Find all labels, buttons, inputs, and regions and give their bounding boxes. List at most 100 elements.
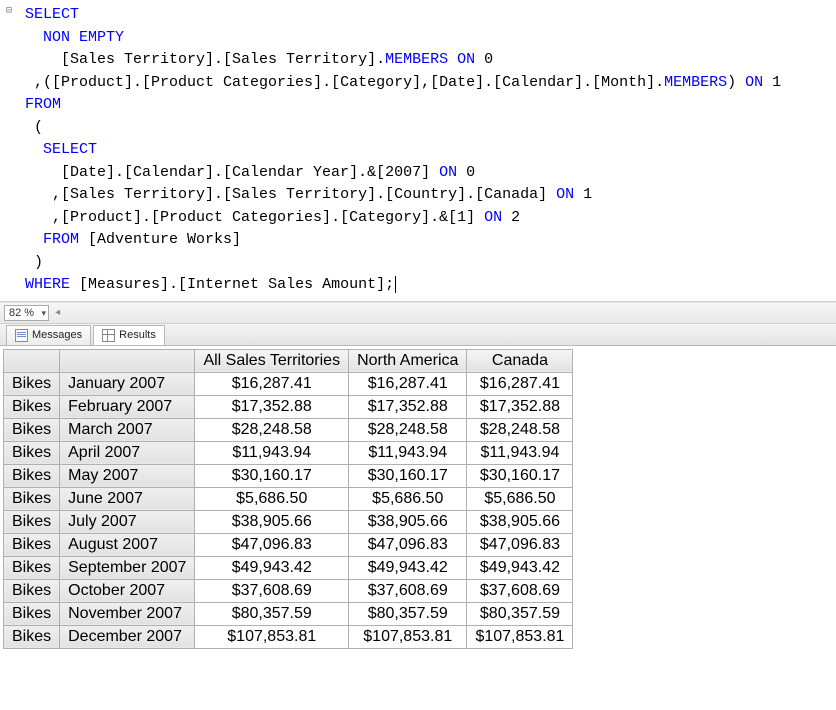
table-row[interactable]: BikesNovember 2007$80,357.59$80,357.59$8… [4,602,573,625]
data-cell[interactable]: $107,853.81 [195,625,349,648]
tab-results[interactable]: Results [93,325,165,345]
row-header-month: June 2007 [60,487,195,510]
row-header-month: October 2007 [60,579,195,602]
data-cell[interactable]: $16,287.41 [195,372,349,395]
data-cell[interactable]: $47,096.83 [195,533,349,556]
code-line[interactable]: ⊟ SELECT [6,4,834,27]
gutter [6,184,16,199]
code-line[interactable]: WHERE [Measures].[Internet Sales Amount]… [6,274,834,297]
data-cell[interactable]: $16,287.41 [349,372,467,395]
row-header-category: Bikes [4,510,60,533]
code-line[interactable]: [Date].[Calendar].[Calendar Year].&[2007… [6,162,834,185]
data-cell[interactable]: $28,248.58 [467,418,573,441]
table-row[interactable]: BikesJanuary 2007$16,287.41$16,287.41$16… [4,372,573,395]
data-cell[interactable]: $30,160.17 [195,464,349,487]
code-line[interactable]: ) [6,252,834,275]
data-cell[interactable]: $17,352.88 [349,395,467,418]
data-cell[interactable]: $49,943.42 [349,556,467,579]
data-cell[interactable]: $38,905.66 [349,510,467,533]
data-cell[interactable]: $80,357.59 [349,602,467,625]
code-line[interactable]: [Sales Territory].[Sales Territory].MEMB… [6,49,834,72]
row-header-category: Bikes [4,556,60,579]
tab-results-label: Results [119,329,156,341]
table-row[interactable]: BikesJuly 2007$38,905.66$38,905.66$38,90… [4,510,573,533]
table-row[interactable]: BikesApril 2007$11,943.94$11,943.94$11,9… [4,441,573,464]
col-header[interactable]: Canada [467,349,573,372]
row-header-month: March 2007 [60,418,195,441]
row-header-category: Bikes [4,487,60,510]
table-row[interactable]: BikesSeptember 2007$49,943.42$49,943.42$… [4,556,573,579]
gutter [6,162,16,177]
table-row[interactable]: BikesMay 2007$30,160.17$30,160.17$30,160… [4,464,573,487]
data-cell[interactable]: $5,686.50 [467,487,573,510]
row-header-month: September 2007 [60,556,195,579]
col-header[interactable]: All Sales Territories [195,349,349,372]
col-header[interactable]: North America [349,349,467,372]
code-line[interactable]: NON EMPTY [6,27,834,50]
mdx-code[interactable]: ⊟ SELECT NON EMPTY [Sales Territory].[Sa… [2,4,834,297]
zoom-dropdown[interactable]: 82 % [4,305,49,321]
code-line[interactable]: FROM [6,94,834,117]
code-line[interactable]: ,[Product].[Product Categories].[Categor… [6,207,834,230]
gutter [6,207,16,222]
gutter [6,252,16,267]
row-header-category: Bikes [4,418,60,441]
data-cell[interactable]: $37,608.69 [467,579,573,602]
table-row[interactable]: BikesAugust 2007$47,096.83$47,096.83$47,… [4,533,573,556]
data-cell[interactable]: $28,248.58 [349,418,467,441]
data-cell[interactable]: $49,943.42 [195,556,349,579]
code-line[interactable]: ,[Sales Territory].[Sales Territory].[Co… [6,184,834,207]
row-header-category: Bikes [4,441,60,464]
data-cell[interactable]: $28,248.58 [195,418,349,441]
data-cell[interactable]: $17,352.88 [467,395,573,418]
row-header-category: Bikes [4,533,60,556]
row-header-month: July 2007 [60,510,195,533]
query-editor-pane[interactable]: ⊟ SELECT NON EMPTY [Sales Territory].[Sa… [0,0,836,302]
data-cell[interactable]: $80,357.59 [467,602,573,625]
results-pane: All Sales Territories North America Cana… [0,346,836,649]
gutter [6,72,16,87]
data-cell[interactable]: $80,357.59 [195,602,349,625]
data-cell[interactable]: $30,160.17 [349,464,467,487]
data-cell[interactable]: $11,943.94 [195,441,349,464]
data-cell[interactable]: $16,287.41 [467,372,573,395]
row-header-month: January 2007 [60,372,195,395]
messages-icon [15,329,28,342]
data-cell[interactable]: $37,608.69 [195,579,349,602]
table-row[interactable]: BikesJune 2007$5,686.50$5,686.50$5,686.5… [4,487,573,510]
table-row[interactable]: BikesDecember 2007$107,853.81$107,853.81… [4,625,573,648]
data-cell[interactable]: $5,686.50 [195,487,349,510]
gutter [6,49,16,64]
row-header-category: Bikes [4,625,60,648]
data-cell[interactable]: $17,352.88 [195,395,349,418]
code-line[interactable]: FROM [Adventure Works] [6,229,834,252]
row-header-category: Bikes [4,602,60,625]
table-row[interactable]: BikesFebruary 2007$17,352.88$17,352.88$1… [4,395,573,418]
data-cell[interactable]: $38,905.66 [467,510,573,533]
row-header-month: November 2007 [60,602,195,625]
data-cell[interactable]: $11,943.94 [467,441,573,464]
corner-cell-1 [4,349,60,372]
data-cell[interactable]: $47,096.83 [467,533,573,556]
data-cell[interactable]: $107,853.81 [349,625,467,648]
results-grid[interactable]: All Sales Territories North America Cana… [3,349,573,649]
data-cell[interactable]: $49,943.42 [467,556,573,579]
table-row[interactable]: BikesOctober 2007$37,608.69$37,608.69$37… [4,579,573,602]
gutter [6,117,16,132]
code-line[interactable]: ,([Product].[Product Categories].[Catego… [6,72,834,95]
data-cell[interactable]: $11,943.94 [349,441,467,464]
data-cell[interactable]: $47,096.83 [349,533,467,556]
scroll-left-icon[interactable]: ◂ [53,307,62,318]
data-cell[interactable]: $37,608.69 [349,579,467,602]
collapse-icon[interactable]: ⊟ [6,4,16,19]
row-header-category: Bikes [4,372,60,395]
data-cell[interactable]: $107,853.81 [467,625,573,648]
data-cell[interactable]: $30,160.17 [467,464,573,487]
gutter [6,94,16,109]
tab-messages[interactable]: Messages [6,325,91,345]
code-line[interactable]: ( [6,117,834,140]
code-line[interactable]: SELECT [6,139,834,162]
table-row[interactable]: BikesMarch 2007$28,248.58$28,248.58$28,2… [4,418,573,441]
data-cell[interactable]: $38,905.66 [195,510,349,533]
data-cell[interactable]: $5,686.50 [349,487,467,510]
